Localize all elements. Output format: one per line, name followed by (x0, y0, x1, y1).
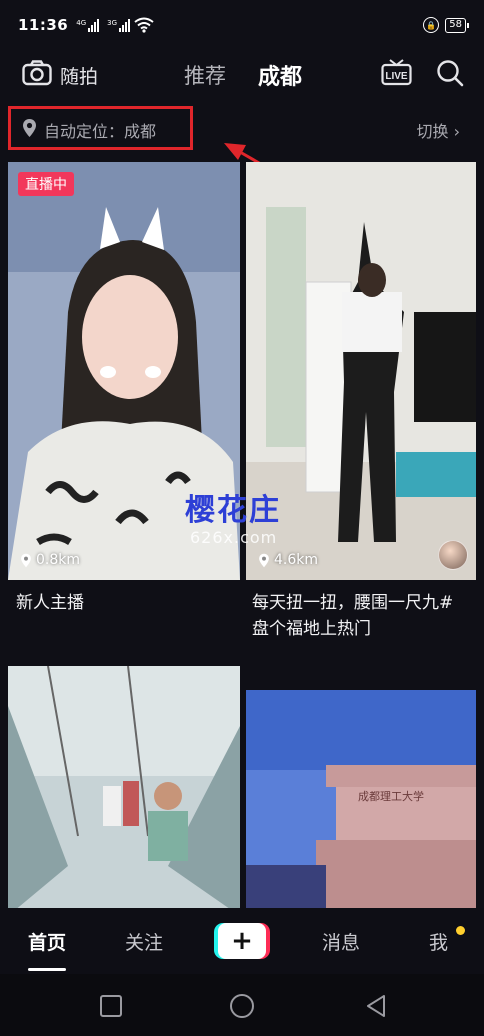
back-icon[interactable] (362, 992, 390, 1020)
rotation-lock-icon: 🔒 (423, 17, 440, 33)
location-pin-icon (21, 553, 31, 567)
caption-line-2: 盘个福地上热门 (252, 619, 371, 639)
card-2-caption[interactable]: 每天扭一扭，腰围一尺九# 盘个福地上热门 (252, 590, 453, 642)
tab-home[interactable]: 首页 (28, 928, 66, 955)
home-icon[interactable] (228, 992, 256, 1020)
camera-icon[interactable] (22, 60, 52, 86)
svg-text:LIVE: LIVE (385, 71, 408, 82)
system-nav-bar (0, 974, 484, 1036)
status-bar: 11:36 4G 3G 🔒 58 (0, 0, 484, 50)
tab-messages[interactable]: 消息 (322, 928, 360, 955)
signal-3g-icon: 3G (107, 18, 131, 32)
tab-follow[interactable]: 关注 (125, 928, 163, 955)
live-badge: 直播中 (18, 172, 74, 196)
camera-label[interactable]: 随拍 (60, 62, 98, 89)
distance-label: 0.8km (20, 552, 80, 568)
caption-line-1: 每天扭一扭，腰围一尺九# (252, 593, 454, 613)
search-icon[interactable] (436, 59, 464, 87)
location-pin-icon (259, 553, 269, 567)
tab-city[interactable]: 成都 (258, 59, 302, 91)
building-sign: 成都理工大学 (358, 790, 424, 803)
location-row: 自动定位：成都 切换 › (0, 106, 484, 150)
location-text: 自动定位：成都 (44, 122, 157, 141)
feed-card-3[interactable] (8, 666, 240, 916)
location-pin-icon (23, 119, 36, 137)
top-nav: 随拍 推荐 成都 LIVE (0, 50, 484, 98)
recents-icon[interactable] (97, 992, 125, 1020)
card-1-caption[interactable]: 新人主播 (16, 590, 84, 616)
home-active-indicator (28, 968, 66, 971)
wifi-icon (134, 17, 154, 33)
author-avatar[interactable] (438, 540, 468, 570)
watermark-text: 樱花庄 (185, 493, 281, 528)
bottom-tab-bar: 首页 关注 + 消息 我 (0, 908, 484, 974)
feed-card-4[interactable]: 成都理工大学 (246, 690, 476, 916)
card-3-image (8, 666, 240, 916)
tab-me[interactable]: 我 (429, 928, 448, 955)
watermark-url: 626x.com (190, 528, 278, 547)
distance-label: 4.6km (258, 552, 318, 568)
status-time: 11:36 (18, 16, 69, 34)
create-button[interactable]: + (214, 923, 270, 959)
switch-city-button[interactable]: 切换 › (417, 118, 461, 142)
plus-icon: + (218, 923, 266, 959)
notification-dot (456, 926, 465, 935)
signal-4g-icon: 4G (76, 18, 100, 32)
tab-recommend[interactable]: 推荐 (184, 60, 226, 90)
battery-icon: 58 (445, 17, 469, 33)
live-tv-icon[interactable]: LIVE (381, 58, 412, 86)
